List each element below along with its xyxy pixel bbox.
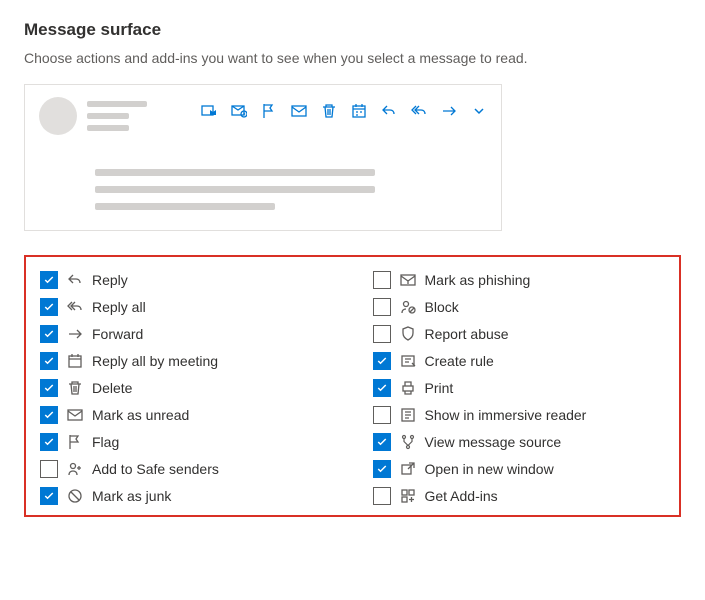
calendar-icon[interactable] xyxy=(351,103,367,119)
reply-all-icon xyxy=(67,299,83,315)
rule-icon xyxy=(400,353,416,369)
snooze-icon[interactable] xyxy=(231,103,247,119)
delete-icon[interactable] xyxy=(321,103,337,119)
avatar xyxy=(39,97,77,135)
page-title: Message surface xyxy=(24,20,681,40)
option-label[interactable]: Mark as unread xyxy=(92,407,189,423)
preview-toolbar xyxy=(201,97,487,119)
option-label[interactable]: Block xyxy=(425,299,459,315)
phishing-icon xyxy=(400,272,416,288)
option-create-rule: Create rule xyxy=(373,352,666,370)
option-label[interactable]: Print xyxy=(425,380,454,396)
option-block: Block xyxy=(373,298,666,316)
option-flag: Flag xyxy=(40,433,333,451)
checkbox-reply[interactable] xyxy=(40,271,58,289)
addins-icon xyxy=(400,488,416,504)
option-label[interactable]: Add to Safe senders xyxy=(92,461,219,477)
option-get-addins: Get Add-ins xyxy=(373,487,666,505)
checkbox-delete[interactable] xyxy=(40,379,58,397)
checkbox-block[interactable] xyxy=(373,298,391,316)
preview-meta xyxy=(87,97,157,131)
checkbox-forward[interactable] xyxy=(40,325,58,343)
option-label[interactable]: View message source xyxy=(425,434,562,450)
reply-icon xyxy=(67,272,83,288)
checkbox-flag[interactable] xyxy=(40,433,58,451)
delete-icon xyxy=(67,380,83,396)
checkbox-report-abuse[interactable] xyxy=(373,325,391,343)
checkbox-mark-as-phishing[interactable] xyxy=(373,271,391,289)
print-icon xyxy=(400,380,416,396)
option-label[interactable]: Forward xyxy=(92,326,143,342)
flag-icon xyxy=(67,434,83,450)
reader-icon xyxy=(400,407,416,423)
forward-icon[interactable] xyxy=(441,103,457,119)
chevron-down-icon[interactable] xyxy=(471,103,487,119)
option-label[interactable]: Mark as junk xyxy=(92,488,171,504)
option-label[interactable]: Reply xyxy=(92,272,128,288)
shield-icon xyxy=(400,326,416,342)
option-print: Print xyxy=(373,379,666,397)
checkbox-view-message-source[interactable] xyxy=(373,433,391,451)
option-view-message-source: View message source xyxy=(373,433,666,451)
checkbox-mark-as-junk[interactable] xyxy=(40,487,58,505)
option-label[interactable]: Flag xyxy=(92,434,119,450)
envelope-icon xyxy=(67,407,83,423)
option-label[interactable]: Create rule xyxy=(425,353,494,369)
reply-all-icon[interactable] xyxy=(411,103,427,119)
option-add-to-safe-senders: Add to Safe senders xyxy=(40,460,333,478)
option-delete: Delete xyxy=(40,379,333,397)
option-label[interactable]: Open in new window xyxy=(425,461,554,477)
forward-icon xyxy=(67,326,83,342)
message-preview xyxy=(24,84,502,231)
checkbox-reply-all[interactable] xyxy=(40,298,58,316)
checkbox-print[interactable] xyxy=(373,379,391,397)
option-label[interactable]: Mark as phishing xyxy=(425,272,531,288)
person-add-icon xyxy=(67,461,83,477)
move-to-icon[interactable] xyxy=(201,103,217,119)
checkbox-create-rule[interactable] xyxy=(373,352,391,370)
option-mark-as-unread: Mark as unread xyxy=(40,406,333,424)
page-subtitle: Choose actions and add-ins you want to s… xyxy=(24,50,681,66)
new-window-icon xyxy=(400,461,416,477)
reply-icon[interactable] xyxy=(381,103,397,119)
preview-body xyxy=(95,169,487,210)
option-reply-all-by-meeting: Reply all by meeting xyxy=(40,352,333,370)
options-list: Reply Reply all Forward Reply all by meetin… xyxy=(24,255,681,517)
option-show-in-immersive-reader: Show in immersive reader xyxy=(373,406,666,424)
option-label[interactable]: Get Add-ins xyxy=(425,488,498,504)
checkbox-add-to-safe-senders[interactable] xyxy=(40,460,58,478)
checkbox-get-addins[interactable] xyxy=(373,487,391,505)
checkbox-reply-all-by-meeting[interactable] xyxy=(40,352,58,370)
envelope-icon[interactable] xyxy=(291,103,307,119)
junk-icon xyxy=(67,488,83,504)
option-forward: Forward xyxy=(40,325,333,343)
option-reply: Reply xyxy=(40,271,333,289)
calendar-icon xyxy=(67,353,83,369)
option-label[interactable]: Report abuse xyxy=(425,326,509,342)
option-mark-as-junk: Mark as junk xyxy=(40,487,333,505)
option-mark-as-phishing: Mark as phishing xyxy=(373,271,666,289)
checkbox-show-in-immersive-reader[interactable] xyxy=(373,406,391,424)
option-report-abuse: Report abuse xyxy=(373,325,666,343)
checkbox-mark-as-unread[interactable] xyxy=(40,406,58,424)
flag-icon[interactable] xyxy=(261,103,277,119)
option-label[interactable]: Reply all by meeting xyxy=(92,353,218,369)
source-icon xyxy=(400,434,416,450)
option-label[interactable]: Delete xyxy=(92,380,132,396)
option-label[interactable]: Reply all xyxy=(92,299,146,315)
option-reply-all: Reply all xyxy=(40,298,333,316)
block-icon xyxy=(400,299,416,315)
checkbox-open-in-new-window[interactable] xyxy=(373,460,391,478)
option-open-in-new-window: Open in new window xyxy=(373,460,666,478)
option-label[interactable]: Show in immersive reader xyxy=(425,407,587,423)
